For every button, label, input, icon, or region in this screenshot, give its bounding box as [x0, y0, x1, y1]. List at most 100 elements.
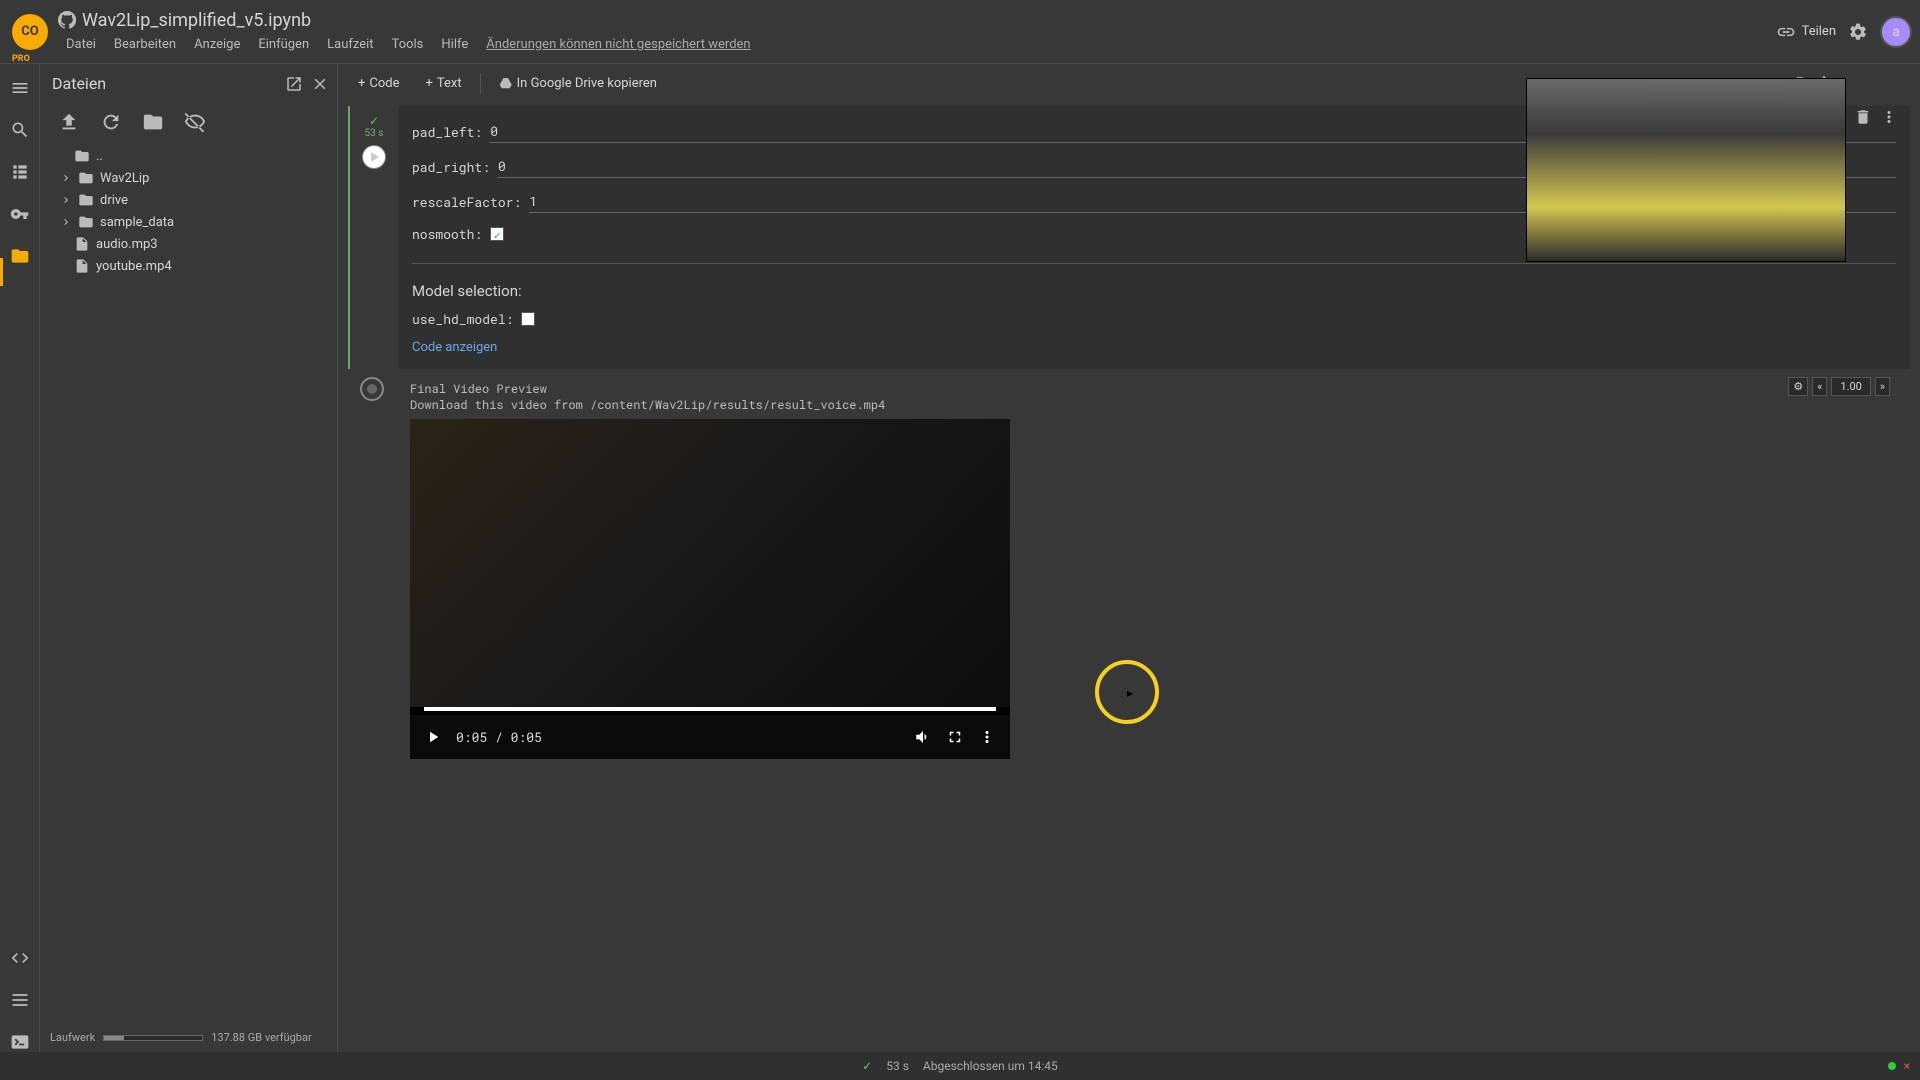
- video-progress[interactable]: [424, 707, 996, 711]
- more-icon[interactable]: [1880, 108, 1898, 126]
- pro-badge: PRO: [12, 54, 30, 64]
- cell-gutter: ✓ 53 s: [350, 106, 398, 369]
- play-icon[interactable]: [424, 728, 442, 746]
- tree-file-audio[interactable]: audio.mp3: [40, 233, 337, 255]
- param-hd-model: use_hd_model: ✓: [412, 304, 1896, 334]
- chevron-right-icon: [60, 172, 72, 184]
- drive-icon: [499, 76, 513, 90]
- hidden-icon[interactable]: [184, 111, 206, 133]
- output-status-icon[interactable]: [360, 377, 384, 401]
- menu-edit[interactable]: Bearbeiten: [106, 35, 184, 54]
- output-subtitle: Download this video from /content/Wav2Li…: [410, 397, 1896, 413]
- toc-icon[interactable]: [10, 78, 30, 98]
- terminal-icon[interactable]: [10, 1032, 30, 1052]
- menu-tools[interactable]: Tools: [384, 35, 432, 54]
- upload-icon[interactable]: [58, 111, 80, 133]
- output-title: Final Video Preview: [410, 381, 1896, 397]
- connection-indicator: [1888, 1062, 1896, 1070]
- rail-active-indicator: [0, 258, 3, 286]
- video-player[interactable]: 0:05 / 0:05: [410, 419, 1010, 759]
- add-code-button[interactable]: + Code: [350, 72, 408, 95]
- tree-folder-drive[interactable]: drive: [40, 189, 337, 211]
- user-avatar[interactable]: a: [1880, 16, 1912, 48]
- title-row: Wav2Lip_simplified_v5.ipynb: [58, 10, 1776, 33]
- output-cell: ⚙ « 1.00 » Final Video Preview Download …: [348, 373, 1910, 767]
- menu-file[interactable]: Datei: [58, 35, 104, 54]
- folder-icon: [78, 170, 94, 186]
- delete-icon[interactable]: [1854, 108, 1872, 126]
- nosmooth-checkbox[interactable]: ✓: [490, 227, 504, 241]
- files-panel-header: Dateien: [40, 64, 337, 103]
- model-selection-title: Model selection:: [412, 278, 1896, 304]
- status-time: 53 s: [886, 1059, 909, 1073]
- chevron-right-icon: [60, 194, 72, 206]
- show-code-link[interactable]: Code anzeigen: [412, 334, 1896, 361]
- speed-settings-icon[interactable]: ⚙: [1788, 377, 1808, 396]
- files-toolbar: [40, 103, 337, 145]
- file-tree: .. Wav2Lip drive sample_data audio.mp3 y…: [40, 145, 337, 1023]
- video-controls: 0:05 / 0:05: [410, 715, 1010, 759]
- check-icon: ✓: [369, 114, 379, 128]
- command-icon[interactable]: [10, 990, 30, 1010]
- menu-help[interactable]: Hilfe: [433, 35, 476, 54]
- variables-icon[interactable]: [10, 162, 30, 182]
- volume-icon[interactable]: [914, 728, 932, 746]
- header-right: Teilen a: [1776, 16, 1912, 48]
- search-icon[interactable]: [10, 120, 30, 140]
- github-icon: [58, 11, 76, 29]
- status-check-icon: ✓: [862, 1059, 872, 1073]
- files-icon[interactable]: [10, 246, 30, 266]
- output-content: Final Video Preview Download this video …: [396, 373, 1910, 767]
- share-label: Teilen: [1802, 24, 1836, 39]
- code-icon[interactable]: [10, 948, 30, 968]
- divider: [412, 263, 1896, 264]
- activity-rail: [0, 64, 40, 1052]
- menu-insert[interactable]: Einfügen: [250, 35, 317, 54]
- status-bar: ✓ 53 s Abgeschlossen um 14:45 ×: [0, 1052, 1920, 1080]
- status-done: Abgeschlossen um 14:45: [923, 1059, 1058, 1073]
- tree-folder-sampledata[interactable]: sample_data: [40, 211, 337, 233]
- close-panel-icon[interactable]: [311, 75, 329, 93]
- colab-logo: CO PRO: [12, 14, 48, 50]
- speed-value: 1.00: [1831, 377, 1870, 396]
- files-panel-title: Dateien: [52, 74, 106, 93]
- chevron-right-icon: [60, 216, 72, 228]
- more-icon[interactable]: [978, 728, 996, 746]
- separator: [480, 73, 481, 93]
- copy-to-drive-button[interactable]: In Google Drive kopieren: [491, 72, 665, 95]
- files-panel: Dateien .. Wav2Lip drive sample_data: [40, 64, 338, 1052]
- disk-status: Laufwerk 137.88 GB verfügbar: [40, 1023, 337, 1052]
- tree-folder-wav2lip[interactable]: Wav2Lip: [40, 167, 337, 189]
- notebook-title[interactable]: Wav2Lip_simplified_v5.ipynb: [82, 10, 311, 31]
- speed-controls: ⚙ « 1.00 »: [1788, 377, 1890, 396]
- secrets-icon[interactable]: [10, 204, 30, 224]
- disk-bar: [103, 1035, 203, 1041]
- app-header: CO PRO Wav2Lip_simplified_v5.ipynb Datei…: [0, 0, 1920, 64]
- status-close-button[interactable]: ×: [1904, 1059, 1910, 1073]
- add-text-button[interactable]: + Text: [418, 72, 470, 95]
- menu-bar: Datei Bearbeiten Anzeige Einfügen Laufze…: [58, 35, 1776, 54]
- file-icon: [74, 236, 90, 252]
- menu-runtime[interactable]: Laufzeit: [319, 35, 381, 54]
- file-icon: [74, 258, 90, 274]
- tree-up[interactable]: ..: [40, 145, 337, 167]
- popout-icon[interactable]: [285, 75, 303, 93]
- speed-prev-button[interactable]: «: [1812, 377, 1827, 396]
- run-cell-button[interactable]: [362, 145, 386, 169]
- menu-view[interactable]: Anzeige: [186, 35, 248, 54]
- tree-file-youtube[interactable]: youtube.mp4: [40, 255, 337, 277]
- refresh-icon[interactable]: [100, 111, 122, 133]
- settings-icon[interactable]: [1848, 22, 1868, 42]
- fullscreen-icon[interactable]: [946, 728, 964, 746]
- hd-model-checkbox[interactable]: ✓: [521, 312, 535, 326]
- share-button[interactable]: Teilen: [1776, 22, 1836, 42]
- folder-icon: [78, 192, 94, 208]
- video-frame: [410, 419, 1010, 707]
- cell-status: ✓ 53 s: [365, 114, 384, 139]
- header-center: Wav2Lip_simplified_v5.ipynb Datei Bearbe…: [58, 10, 1776, 54]
- video-time: 0:05 / 0:05: [456, 728, 542, 746]
- speed-next-button[interactable]: »: [1875, 377, 1890, 396]
- folder-icon: [74, 148, 90, 164]
- save-status-link[interactable]: Änderungen können nicht gespeichert werd…: [478, 35, 758, 54]
- mount-drive-icon[interactable]: [142, 111, 164, 133]
